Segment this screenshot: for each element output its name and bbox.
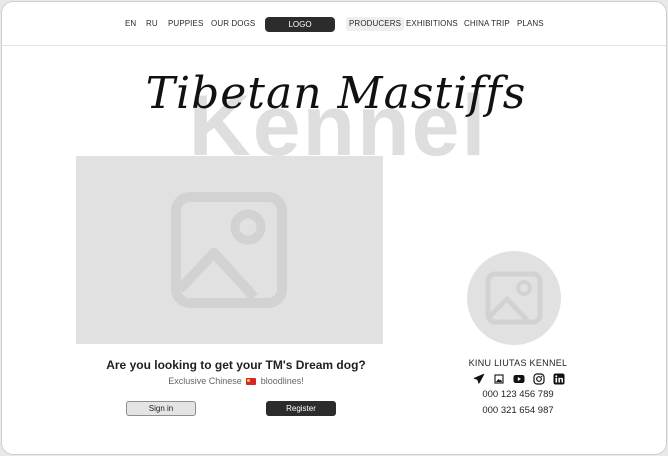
- image-icon[interactable]: [493, 373, 505, 385]
- cta-sub-text-before: Exclusive Chinese: [168, 376, 242, 386]
- cta-heading: Are you looking to get your TM's Dream d…: [106, 358, 366, 372]
- kennel-avatar: [467, 251, 561, 345]
- linkedin-icon[interactable]: [553, 373, 565, 385]
- youtube-icon[interactable]: [513, 373, 525, 385]
- cta-subheading: Exclusive Chinese bloodlines!: [76, 374, 396, 388]
- phone-number-2[interactable]: 000 321 654 987: [442, 404, 594, 418]
- register-button[interactable]: Register: [266, 401, 336, 416]
- nav-lang-en[interactable]: EN: [125, 17, 136, 31]
- hero-title: Tibetan Mastiffs: [145, 68, 527, 119]
- logo-button[interactable]: LOGO: [265, 17, 335, 32]
- avatar-placeholder-icon: [485, 271, 543, 325]
- phone-number-1[interactable]: 000 123 456 789: [442, 388, 594, 402]
- nav-lang-ru[interactable]: RU: [146, 17, 158, 31]
- nav-plans[interactable]: PLANS: [517, 17, 544, 31]
- top-navigation: EN RU PUPPIES OUR DOGS LOGO PRODUCERS EX…: [2, 2, 666, 46]
- page-frame: EN RU PUPPIES OUR DOGS LOGO PRODUCERS EX…: [1, 1, 667, 455]
- china-flag-icon: [246, 378, 257, 385]
- hero-image-placeholder: [76, 156, 383, 344]
- nav-exhibitions[interactable]: EXHIBITIONS: [406, 17, 458, 31]
- nav-puppies[interactable]: PUPPIES: [168, 17, 203, 31]
- nav-producers[interactable]: PRODUCERS: [346, 17, 405, 31]
- telegram-icon[interactable]: [473, 373, 485, 385]
- cta-sub-text-after: bloodlines!: [260, 376, 304, 386]
- nav-china-trip[interactable]: CHINA TRIP: [464, 17, 510, 31]
- social-links: [473, 372, 565, 386]
- nav-our-dogs[interactable]: OUR DOGS: [211, 17, 255, 31]
- sign-in-button[interactable]: Sign in: [126, 401, 196, 416]
- kennel-name: KINU LIUTAS KENNEL: [468, 358, 568, 368]
- image-placeholder-icon: [171, 192, 287, 308]
- instagram-icon[interactable]: [533, 373, 545, 385]
